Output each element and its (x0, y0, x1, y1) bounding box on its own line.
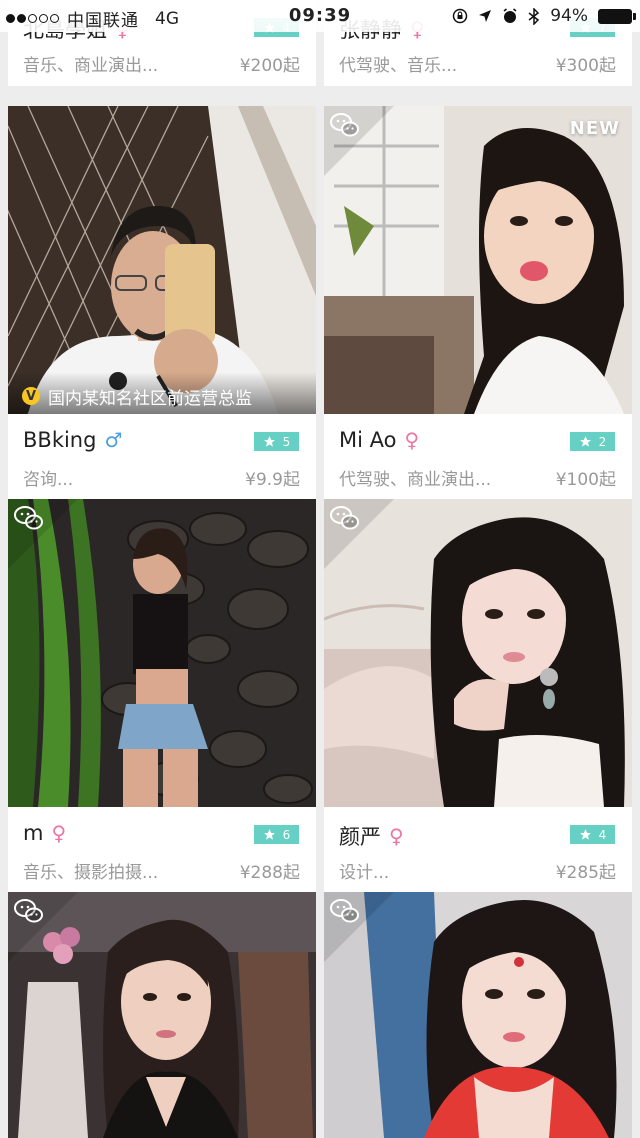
performer-card[interactable] (324, 892, 632, 1138)
card-info: 颜严 ♀ 4 设计... ¥285起 (324, 807, 632, 893)
star-icon (263, 436, 275, 447)
profile-photo[interactable]: V 国内某知名社区前运营总监 (8, 106, 316, 414)
status-bar: 中国联通 4G 09:39 94% (0, 0, 640, 32)
service-tags: 代驾驶、音乐... (339, 56, 458, 76)
profile-photo[interactable]: NEW (324, 106, 632, 414)
performer-card[interactable] (8, 892, 316, 1138)
alarm-icon (503, 8, 517, 23)
price-label: ¥200起 (239, 56, 300, 76)
star-rating-badge: 6 (254, 825, 299, 844)
service-tags: 代驾驶、商业演出... (339, 470, 492, 490)
card-info: BBking ♂ 5 咨询... ¥9.9起 (8, 414, 316, 500)
profile-photo[interactable] (324, 892, 632, 1138)
profile-photo[interactable] (324, 499, 632, 807)
wechat-icon (324, 499, 394, 569)
battery-icon (598, 8, 636, 24)
female-icon: ♀ (51, 821, 67, 845)
female-icon: ♀ (404, 428, 420, 452)
performer-card[interactable]: m ♀ 6 音乐、摄影拍摄... ¥288起 (8, 499, 316, 893)
price-label: ¥9.9起 (245, 470, 300, 490)
service-tags: 音乐、商业演出... (23, 56, 159, 76)
performer-name: BBking (23, 428, 97, 452)
star-rating-badge: 4 (570, 825, 615, 844)
star-rating-badge: 5 (254, 432, 299, 451)
star-icon (579, 829, 591, 840)
star-icon (263, 829, 275, 840)
male-icon: ♂ (104, 428, 123, 452)
star-icon (579, 436, 591, 447)
star-count: 6 (282, 827, 291, 842)
performer-name: 颜严 (339, 825, 381, 849)
star-count: 5 (282, 434, 291, 449)
performer-card[interactable]: V 国内某知名社区前运营总监 BBking ♂ 5 咨询... ¥9.9起 (8, 106, 316, 500)
profile-photo[interactable] (8, 892, 316, 1138)
star-rating-badge: 2 (570, 432, 615, 451)
verified-banner: V 国内某知名社区前运营总监 (8, 372, 316, 414)
performer-name: m (23, 821, 44, 845)
service-tags: 咨询... (23, 470, 74, 490)
wechat-icon (8, 499, 78, 569)
star-count: 2 (598, 434, 607, 449)
profile-photo[interactable] (8, 499, 316, 807)
performer-card[interactable]: NEW Mi Ao ♀ 2 代驾驶、商业演出... ¥100起 (324, 106, 632, 500)
service-tags: 设计... (339, 863, 390, 883)
card-info: m ♀ 6 音乐、摄影拍摄... ¥288起 (8, 807, 316, 893)
status-icons: 94% (452, 6, 636, 26)
price-label: ¥288起 (239, 863, 300, 883)
price-label: ¥100起 (555, 470, 616, 490)
price-label: ¥285起 (555, 863, 616, 883)
wechat-icon (8, 892, 78, 962)
new-badge: NEW (569, 118, 620, 139)
service-tags: 音乐、摄影拍摄... (23, 863, 159, 883)
verified-title: 国内某知名社区前运营总监 (48, 388, 252, 409)
wechat-icon (324, 106, 394, 176)
performer-card[interactable]: 颜严 ♀ 4 设计... ¥285起 (324, 499, 632, 893)
verified-v-icon: V (22, 387, 40, 405)
rotation-lock-icon (452, 8, 468, 24)
price-label: ¥300起 (555, 56, 616, 76)
star-count: 4 (598, 827, 607, 842)
female-icon: ♀ (389, 824, 404, 848)
card-info: Mi Ao ♀ 2 代驾驶、商业演出... ¥100起 (324, 414, 632, 500)
performer-name: Mi Ao (339, 428, 397, 452)
location-arrow-icon (479, 10, 492, 22)
photo-image (8, 106, 316, 414)
bluetooth-icon (528, 7, 540, 25)
battery-percent: 94% (550, 6, 588, 26)
wechat-icon (324, 892, 394, 962)
